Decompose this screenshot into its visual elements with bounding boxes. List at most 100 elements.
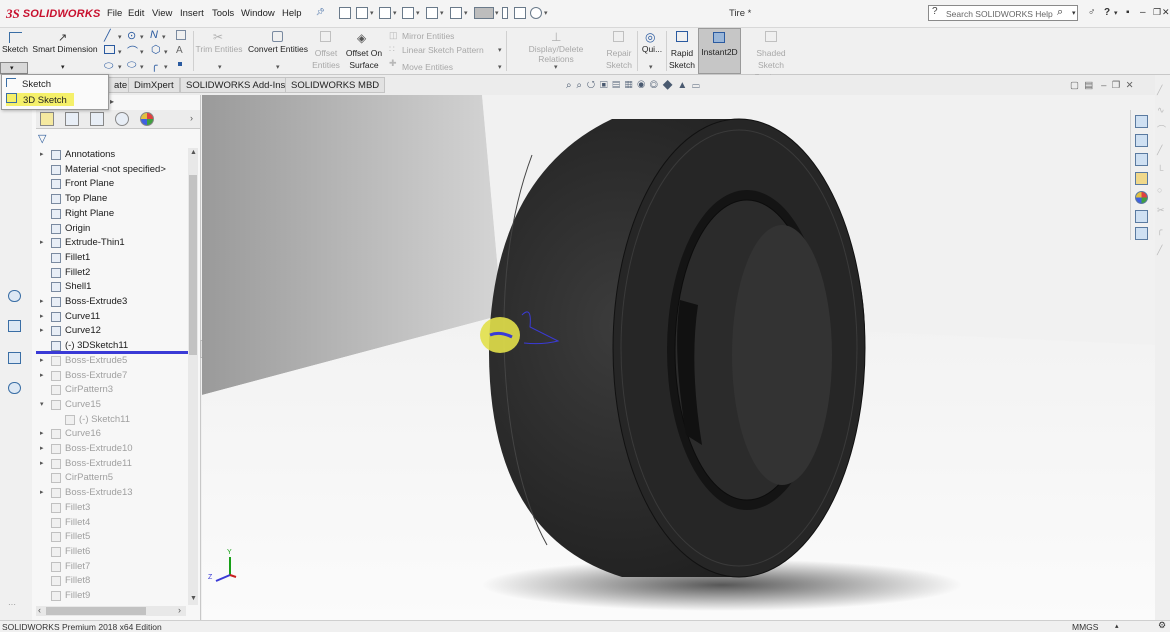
tree-item[interactable]: Front Plane: [36, 177, 186, 191]
design-library-icon[interactable]: [1135, 134, 1148, 147]
configuration-manager-tab-icon[interactable]: [90, 112, 104, 126]
expand-arrow-icon[interactable]: ▸: [40, 148, 44, 162]
move-dropdown-icon[interactable]: ▾: [498, 63, 502, 71]
relations-dropdown-icon[interactable]: ▾: [554, 63, 558, 71]
view-palette-icon[interactable]: [1135, 172, 1148, 185]
save-dropdown-icon[interactable]: ▾: [416, 9, 420, 17]
menu-window[interactable]: Window: [241, 8, 275, 19]
undo-icon[interactable]: [450, 7, 462, 19]
undo-dropdown-icon[interactable]: ▾: [464, 9, 468, 17]
offset-on-surface-icon[interactable]: ◈︎: [357, 31, 366, 45]
linear-pattern-dropdown-icon[interactable]: ▾: [498, 46, 502, 54]
scroll-right-icon[interactable]: ›: [178, 605, 181, 615]
tree-item[interactable]: Fillet8: [36, 574, 186, 588]
spline-dropdown-icon[interactable]: ▾: [162, 33, 166, 41]
tree-item[interactable]: ▸ Curve16: [36, 427, 186, 441]
new-document-icon[interactable]: [356, 7, 368, 19]
view-orientation-icon[interactable]: ▦: [625, 80, 634, 91]
rectangle-dropdown-icon[interactable]: ▾: [118, 48, 122, 56]
menu-item-sketch[interactable]: Sketch: [6, 78, 104, 91]
tree-item[interactable]: ▸ Extrude-Thin1: [36, 236, 186, 250]
menu-insert[interactable]: Insert: [180, 8, 204, 19]
tree-item[interactable]: CirPattern5: [36, 471, 186, 485]
viewport-close-icon[interactable]: ✕: [1126, 80, 1134, 91]
line-icon[interactable]: ╱: [104, 29, 111, 42]
expand-arrow-icon[interactable]: ▸: [40, 427, 44, 441]
slot-dropdown-icon[interactable]: ▾: [118, 63, 122, 71]
display-style-icon[interactable]: ◉: [637, 80, 646, 91]
open-icon[interactable]: [379, 7, 391, 19]
more-options-icon[interactable]: ···: [8, 600, 16, 609]
expand-arrow-icon[interactable]: ▸: [40, 324, 44, 338]
viewport-tile-icon[interactable]: ▢: [1070, 80, 1079, 91]
minimize-icon[interactable]: –: [1140, 7, 1146, 18]
tree-item[interactable]: Shell1: [36, 280, 186, 294]
expand-arrow-icon[interactable]: ▸: [40, 486, 44, 500]
file-explorer-icon[interactable]: [1135, 153, 1148, 166]
tree-item[interactable]: ▸ Annotations: [36, 148, 186, 162]
trim-dropdown-icon[interactable]: ▾: [218, 63, 222, 71]
ellipse-icon[interactable]: ⬭︎: [127, 59, 136, 72]
tree-hscroll-thumb[interactable]: [46, 607, 146, 615]
arc-dropdown-icon[interactable]: ▾: [140, 48, 144, 56]
tree-item[interactable]: Fillet2: [36, 266, 186, 280]
offset-entities-icon[interactable]: [320, 31, 331, 42]
repair-sketch-icon[interactable]: [613, 31, 624, 42]
tab-dimxpert[interactable]: DimXpert: [128, 77, 180, 93]
convert-entities-icon[interactable]: [272, 31, 283, 42]
linear-pattern-icon[interactable]: ∷: [389, 44, 395, 55]
sketch-dropdown-button[interactable]: ▾: [0, 62, 28, 74]
circle-dropdown-icon[interactable]: ▾: [140, 33, 144, 41]
quick-snaps-icon[interactable]: ◎: [645, 30, 655, 44]
help-icon[interactable]: ?: [1104, 7, 1110, 18]
convert-entities-button[interactable]: Convert Entities: [247, 44, 309, 54]
expand-arrow-icon[interactable]: ▾: [40, 398, 44, 412]
pin-icon[interactable]: 📌︎: [316, 8, 325, 16]
convert-dropdown-icon[interactable]: ▾: [276, 63, 280, 71]
zoom-to-area-icon[interactable]: ⌕: [576, 80, 583, 91]
offset-entities-button[interactable]: Offset Entities: [312, 47, 340, 71]
tree-item[interactable]: Fillet7: [36, 560, 186, 574]
feature-manager-tab-icon[interactable]: [40, 112, 54, 126]
point-icon[interactable]: [178, 62, 182, 66]
polygon-dropdown-icon[interactable]: ▾: [164, 48, 168, 56]
user-icon[interactable]: ♂: [1088, 7, 1096, 18]
tab-solidworks-mbd[interactable]: SOLIDWORKS MBD: [285, 77, 386, 93]
menu-edit[interactable]: Edit: [128, 8, 144, 19]
property-manager-tab-icon[interactable]: [65, 112, 79, 126]
menu-tools[interactable]: Tools: [212, 8, 234, 19]
move-entities-icon[interactable]: ✚︎: [389, 58, 397, 69]
more-icon[interactable]: ▪: [1126, 7, 1130, 18]
arc-icon[interactable]: ⌒: [127, 43, 138, 59]
save-icon[interactable]: [402, 7, 414, 19]
trim-icon[interactable]: ✂︎: [213, 30, 223, 44]
graphics-area[interactable]: [202, 95, 1155, 620]
spline-icon[interactable]: N: [150, 29, 158, 41]
tab-solidworks-add-ins[interactable]: SOLIDWORKS Add-Ins: [180, 77, 292, 93]
restore-icon[interactable]: ❐: [1153, 7, 1161, 18]
help-dropdown-icon[interactable]: ▾: [1114, 9, 1118, 17]
smart-dimension-button[interactable]: Smart Dimension: [31, 44, 99, 54]
hide-show-items-icon[interactable]: ◎: [650, 80, 659, 91]
line-dropdown-icon[interactable]: ▾: [118, 33, 122, 41]
tree-item[interactable]: Fillet3: [36, 501, 186, 515]
menu-view[interactable]: View: [152, 8, 172, 19]
menu-help[interactable]: Help: [282, 8, 302, 19]
quick-snaps-button[interactable]: Qui...: [639, 44, 665, 54]
status-help-icon[interactable]: ⚙︎: [1158, 620, 1166, 631]
filter-icon[interactable]: ▽: [38, 132, 46, 145]
search-icon[interactable]: ⌕: [1057, 6, 1063, 19]
options-dropdown-icon[interactable]: ▾: [544, 9, 548, 17]
close-icon[interactable]: ✕: [1162, 7, 1170, 18]
tree-item[interactable]: Top Plane: [36, 192, 186, 206]
expand-arrow-icon[interactable]: ▸: [40, 442, 44, 456]
rollback-history-icon[interactable]: [8, 290, 21, 302]
fillet-sketch-icon[interactable]: ╭: [151, 59, 158, 72]
rapid-sketch-button[interactable]: Rapid Sketch: [669, 47, 695, 71]
print-icon[interactable]: [426, 7, 438, 19]
sketch-text-icon[interactable]: A: [176, 45, 183, 56]
shaded-sketch-contours-icon[interactable]: [765, 31, 777, 42]
options-gear-icon[interactable]: [530, 7, 542, 19]
tree-item[interactable]: ▸ Boss-Extrude7: [36, 369, 186, 383]
tree-item[interactable]: Fillet1: [36, 251, 186, 265]
